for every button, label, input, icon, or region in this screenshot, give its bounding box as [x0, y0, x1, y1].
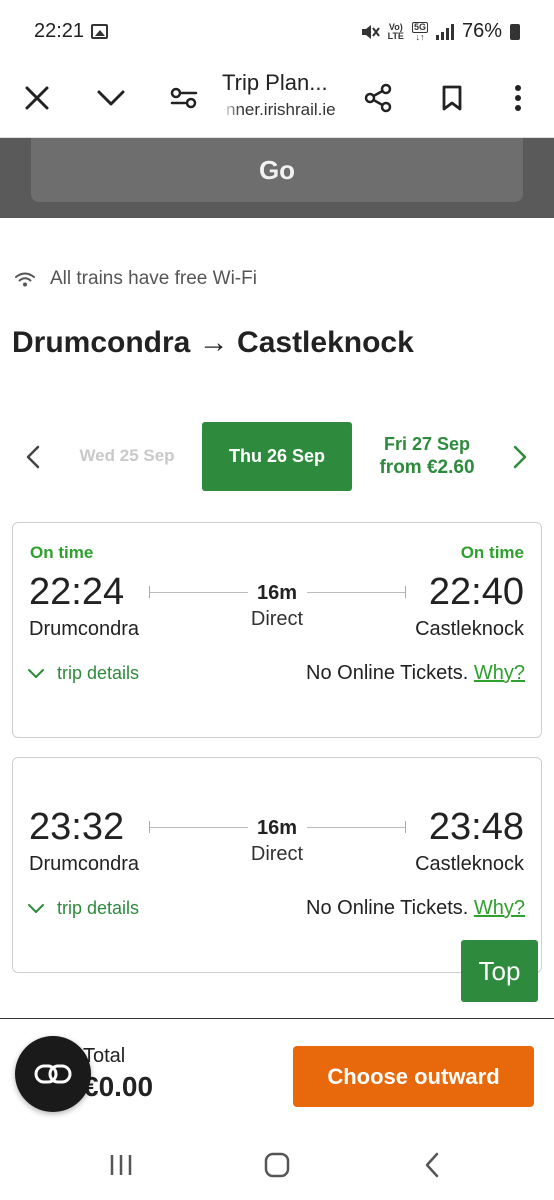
go-button[interactable]: Go	[31, 138, 523, 202]
depart-time: 22:24	[29, 571, 125, 613]
wifi-notice: All trains have free Wi-Fi	[14, 268, 257, 290]
no-online-tickets-text: No Online Tickets.	[306, 662, 469, 684]
date-active[interactable]: Thu 26 Sep	[202, 422, 352, 491]
close-icon[interactable]	[15, 76, 59, 120]
why-link[interactable]: Why?	[474, 897, 525, 919]
home-icon[interactable]	[257, 1148, 297, 1182]
route-line-right	[307, 827, 405, 828]
battery-icon	[510, 23, 520, 40]
depart-status: On time	[30, 543, 94, 562]
floating-action-button[interactable]	[15, 1036, 91, 1112]
bookmark-icon[interactable]	[430, 76, 474, 120]
trip-type: Direct	[250, 843, 304, 865]
route-line-right	[307, 592, 405, 593]
status-indicators: Vo) LTE 5G ↓↑ 76%	[360, 20, 520, 43]
trip-duration: 16m	[256, 582, 298, 604]
date-next[interactable]: Fri 27 Sep from €2.60	[360, 432, 494, 480]
route-line-end	[405, 586, 406, 598]
mute-vibrate-icon	[361, 24, 380, 39]
link-icon	[34, 1064, 72, 1084]
chevron-down-icon	[28, 903, 44, 913]
depart-time: 23:32	[29, 806, 125, 848]
system-nav-bar	[0, 1128, 554, 1200]
ticket-availability: No Online Tickets. Why?	[306, 662, 525, 685]
trip-details-label: trip details	[57, 898, 140, 918]
why-link[interactable]: Why?	[474, 662, 525, 684]
status-bar: 22:21 Vo) LTE 5G ↓↑ 76%	[0, 0, 554, 62]
url-text[interactable]: nner.irishrail.ie	[226, 100, 346, 120]
destination-station: Castleknock	[415, 853, 524, 875]
date-selector: Wed 25 Sep Thu 26 Sep Fri 27 Sep from €2…	[0, 420, 554, 494]
chevron-down-icon[interactable]	[89, 76, 133, 120]
arrive-time: 22:40	[428, 571, 524, 613]
back-icon[interactable]	[412, 1148, 452, 1182]
search-panel: Go	[0, 138, 554, 218]
route-line-end	[405, 821, 406, 833]
battery-percent: 76%	[461, 20, 502, 42]
origin-station: Drumcondra	[29, 853, 140, 875]
chevron-down-icon	[28, 668, 44, 678]
date-next-price: from €2.60	[379, 457, 475, 478]
route-line-left	[150, 827, 248, 828]
date-prev[interactable]: Wed 25 Sep	[62, 446, 192, 466]
signal-icon	[435, 23, 454, 40]
share-icon[interactable]	[356, 76, 400, 120]
recent-apps-icon[interactable]	[101, 1148, 141, 1182]
trip-details-toggle[interactable]: trip details	[27, 898, 139, 919]
no-online-tickets-text: No Online Tickets.	[306, 897, 469, 919]
trip-type: Direct	[250, 608, 304, 630]
total-value: €0.00	[83, 1071, 154, 1102]
status-time: 22:21	[34, 20, 85, 42]
route-title: Drumcondra → Castleknock	[12, 326, 414, 359]
choose-outward-button[interactable]: Choose outward	[293, 1046, 534, 1107]
trip-details-label: trip details	[57, 663, 140, 683]
back-to-top-button[interactable]: Top	[461, 940, 538, 1002]
more-vertical-icon[interactable]	[496, 76, 540, 120]
wifi-icon	[15, 272, 35, 287]
volte-indicator: Vo) LTE	[387, 21, 404, 41]
page-title: Trip Plan...	[222, 70, 328, 95]
wifi-notice-text: All trains have free Wi-Fi	[50, 268, 257, 289]
destination-station: Castleknock	[415, 618, 524, 640]
trip-details-toggle[interactable]: trip details	[27, 663, 139, 684]
route-line-left	[150, 592, 248, 593]
chevron-right-icon[interactable]	[505, 442, 535, 472]
ticket-availability: No Online Tickets. Why?	[306, 897, 525, 920]
browser-toolbar: Trip Plan... nner.irishrail.ie	[0, 62, 554, 138]
arrive-status: On time	[460, 543, 524, 562]
trip-duration: 16m	[256, 817, 298, 839]
date-next-label: Fri 27 Sep	[383, 434, 471, 454]
arrive-time: 23:48	[428, 806, 524, 848]
gallery-notification-icon	[91, 24, 108, 39]
tune-icon[interactable]	[162, 76, 206, 120]
fiveg-indicator: 5G ↓↑	[411, 21, 428, 42]
chevron-left-icon[interactable]	[18, 442, 48, 472]
origin-station: Drumcondra	[29, 618, 140, 640]
trip-card[interactable]: On time On time 22:24 22:40 16m Direct D…	[12, 522, 542, 738]
url-fade	[222, 100, 240, 122]
